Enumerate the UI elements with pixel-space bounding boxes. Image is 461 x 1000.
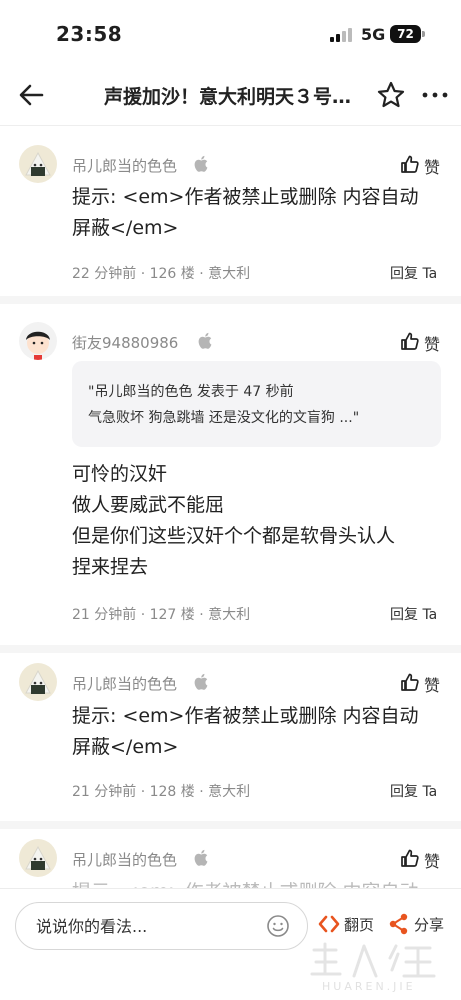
comment-body: 提示: <em>作者被禁止或删除 内容自动 屏蔽</em> bbox=[72, 701, 444, 763]
thumbs-up-icon bbox=[401, 673, 419, 691]
favorite-button[interactable] bbox=[376, 80, 406, 110]
signal-icon bbox=[330, 28, 354, 42]
reply-button[interactable]: 回复 Ta bbox=[390, 263, 437, 283]
apple-icon bbox=[193, 672, 211, 692]
more-dots-icon bbox=[422, 92, 448, 98]
like-label: 赞 bbox=[424, 335, 441, 354]
comment-username[interactable]: 吊儿郎当的色色 bbox=[72, 849, 177, 870]
avatar[interactable] bbox=[19, 839, 57, 877]
comment-username[interactable]: 街友94880986 bbox=[72, 332, 178, 353]
share-icon bbox=[389, 913, 408, 935]
comment-meta: 21 分钟前 · 127 楼 · 意大利 bbox=[72, 607, 251, 623]
comment-body: 提示: <em>作者被禁止或删除 内容自动 屏蔽</em> bbox=[72, 182, 444, 244]
comment-text-line: 捏来捏去 bbox=[72, 556, 149, 578]
comment-input-box[interactable] bbox=[15, 902, 308, 950]
battery-indicator: 72 bbox=[390, 25, 425, 43]
thumbs-up-icon bbox=[401, 849, 419, 867]
comment-username[interactable]: 吊儿郎当的色色 bbox=[72, 673, 177, 694]
avatar[interactable] bbox=[19, 322, 57, 360]
like-button[interactable]: 赞 bbox=[400, 847, 444, 871]
smiley-icon bbox=[267, 915, 289, 937]
apple-icon bbox=[197, 331, 215, 351]
comment-item: 街友94880986 赞 "吊儿郎当的色色 发表于 47 秒前 气急败坏 狗急跳… bbox=[0, 304, 461, 653]
nav-bar: 声援加沙！意大利明天３号… bbox=[0, 62, 461, 126]
comment-username[interactable]: 吊儿郎当的色色 bbox=[72, 155, 177, 176]
comment-text-line: 屏蔽</em> bbox=[72, 217, 179, 239]
watermark-text: HUAREN.JIE bbox=[322, 980, 416, 993]
thumbs-up-icon bbox=[401, 332, 419, 350]
comment-text-line: 提示: <em>作者被禁止或删除 内容自动 bbox=[72, 186, 419, 208]
comment-input[interactable] bbox=[36, 913, 256, 939]
comment-text-line: 但是你们这些汉奸个个都是软骨头认人 bbox=[72, 525, 396, 547]
page-turn-icon bbox=[318, 915, 340, 933]
thumbs-up-icon bbox=[401, 155, 419, 173]
like-label: 赞 bbox=[424, 676, 441, 695]
comment-text-line: 可怜的汉奸 bbox=[72, 463, 168, 485]
reply-button[interactable]: 回复 Ta bbox=[390, 781, 437, 801]
quote-line: "吊儿郎当的色色 发表于 47 秒前 bbox=[88, 384, 294, 400]
back-button[interactable] bbox=[14, 77, 50, 113]
comment-feed[interactable]: 吊儿郎当的色色 赞 提示: <em>作者被禁止或删除 内容自动 屏蔽</em> … bbox=[0, 127, 461, 890]
comment-item: 吊儿郎当的色色 赞 提示: <em>作者被禁止或删除 内容自动 屏蔽</em> … bbox=[0, 653, 461, 829]
more-button[interactable] bbox=[419, 80, 451, 110]
page-turn-label: 翻页 bbox=[344, 916, 375, 934]
like-button[interactable]: 赞 bbox=[400, 153, 444, 177]
page-title: 声援加沙！意大利明天３号… bbox=[104, 86, 352, 108]
emoji-button[interactable] bbox=[266, 914, 290, 938]
page-turn-button[interactable]: 翻页 bbox=[318, 913, 378, 937]
like-label: 赞 bbox=[424, 158, 441, 177]
like-label: 赞 bbox=[424, 852, 441, 871]
share-button[interactable]: 分享 bbox=[388, 913, 452, 937]
avatar[interactable] bbox=[19, 145, 57, 183]
comment-body: 可怜的汉奸 做人要威武不能屈 但是你们这些汉奸个个都是软骨头认人 捏来捏去 bbox=[72, 459, 444, 583]
apple-icon bbox=[193, 154, 211, 174]
comment-text-line: 屏蔽</em> bbox=[72, 736, 179, 758]
watermark-logo: HUAREN.JIE bbox=[306, 940, 456, 1000]
comment-item: 吊儿郎当的色色 赞 提示: <em>作者被禁止或删除 内容自动 屏蔽</em> … bbox=[0, 127, 461, 304]
avatar[interactable] bbox=[19, 663, 57, 701]
arrow-left-icon bbox=[19, 84, 44, 106]
comment-text-line: 提示: <em>作者被禁止或删除 内容自动 bbox=[72, 705, 419, 727]
reply-button[interactable]: 回复 Ta bbox=[390, 604, 437, 624]
comment-item: 吊儿郎当的色色 赞 提示: <em>作者被禁止或删除 内容自动 bbox=[0, 829, 461, 890]
share-label: 分享 bbox=[414, 916, 445, 934]
quote-line: 气急败坏 狗急跳墙 还是没文化的文盲狗 ..." bbox=[88, 410, 360, 426]
apple-icon bbox=[193, 848, 211, 868]
comment-meta: 21 分钟前 · 128 楼 · 意大利 bbox=[72, 784, 251, 800]
like-button[interactable]: 赞 bbox=[400, 671, 444, 695]
status-time: 23:58 bbox=[56, 22, 123, 46]
like-button[interactable]: 赞 bbox=[400, 330, 444, 354]
status-bar: 23:58 5G 72 bbox=[0, 0, 461, 62]
quoted-comment[interactable]: "吊儿郎当的色色 发表于 47 秒前 气急败坏 狗急跳墙 还是没文化的文盲狗 .… bbox=[72, 361, 441, 447]
star-icon bbox=[377, 81, 405, 108]
comment-text-line: 做人要威武不能屈 bbox=[72, 494, 225, 516]
network-type: 5G bbox=[361, 25, 386, 44]
comment-meta: 22 分钟前 · 126 楼 · 意大利 bbox=[72, 266, 251, 282]
